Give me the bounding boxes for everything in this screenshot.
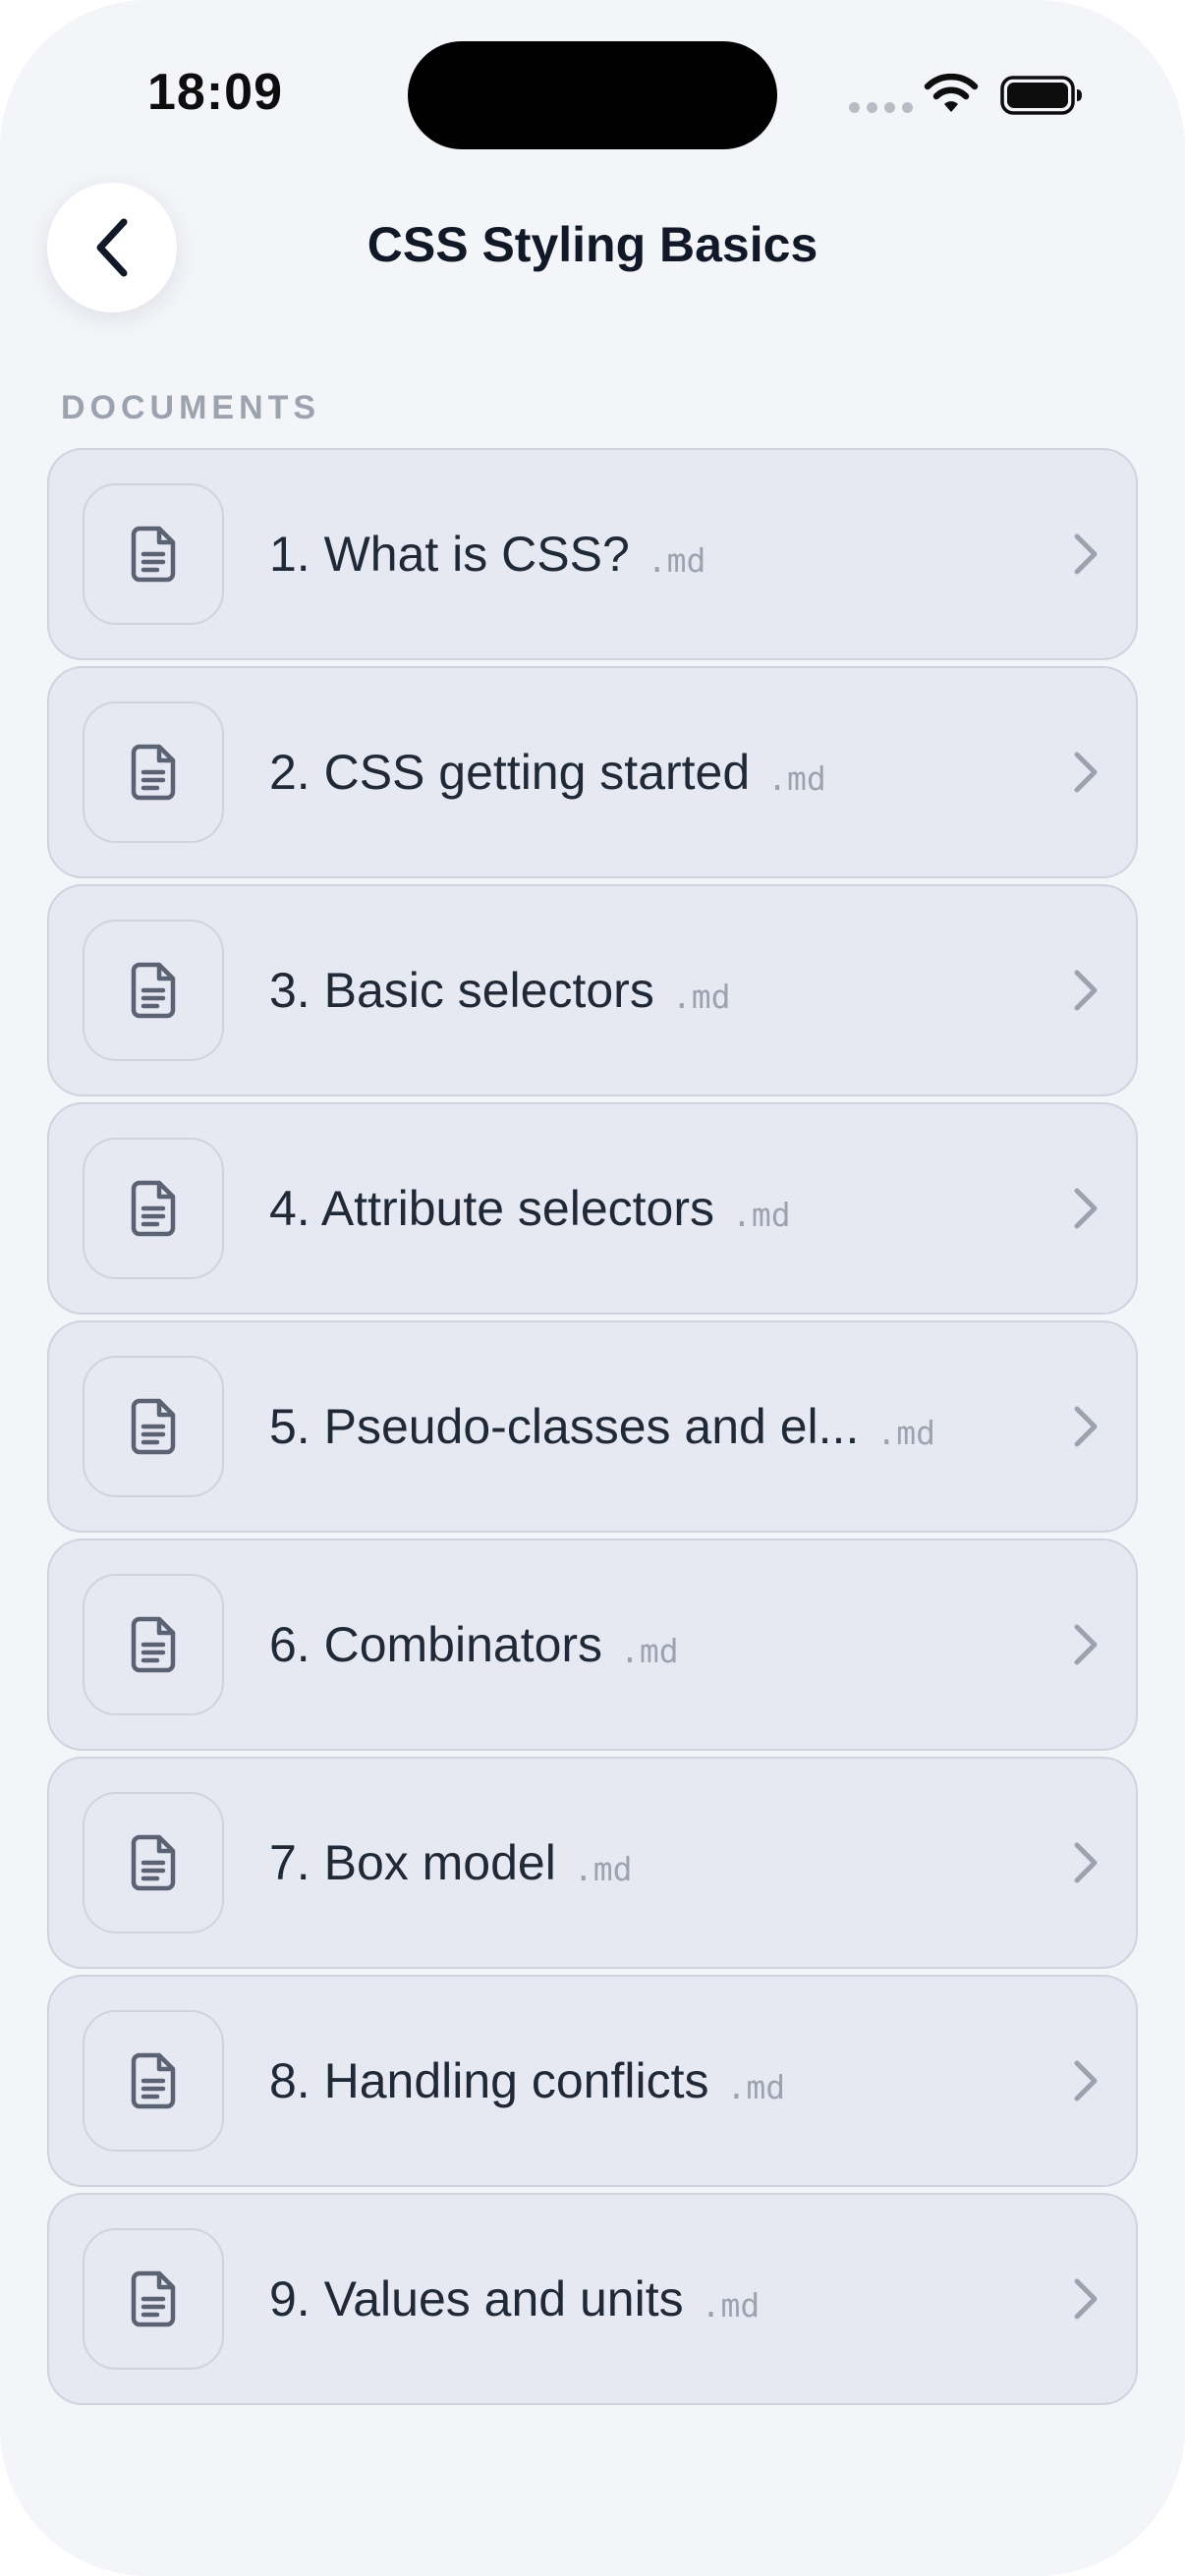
document-title: 1. What is CSS?	[269, 527, 630, 582]
document-label: 2. CSS getting started .md	[269, 668, 826, 876]
document-label: 7. Box model .md	[269, 1759, 632, 1967]
chevron-right-icon	[1074, 2278, 1098, 2320]
file-text-icon	[131, 1834, 176, 1891]
chevron-right-icon	[1074, 2060, 1098, 2101]
document-extension: .md	[671, 977, 731, 1016]
document-extension: .md	[767, 758, 826, 798]
document-title: 8. Handling conflicts	[269, 2053, 709, 2108]
document-icon-box	[83, 1574, 224, 1715]
document-title: 6. Combinators	[269, 1617, 603, 1672]
document-icon-box	[83, 1356, 224, 1497]
document-extension: .md	[647, 540, 706, 580]
document-label: 6. Combinators .md	[269, 1540, 679, 1749]
document-list-item-8[interactable]: 8. Handling conflicts .md	[47, 1975, 1138, 2187]
chevron-right-icon	[1074, 752, 1098, 793]
document-list-item-6[interactable]: 6. Combinators .md	[47, 1539, 1138, 1751]
document-title: 5. Pseudo-classes and el...	[269, 1399, 860, 1454]
document-icon-box	[83, 920, 224, 1061]
document-label: 1. What is CSS? .md	[269, 450, 705, 658]
document-list-item-2[interactable]: 2. CSS getting started .md	[47, 666, 1138, 878]
document-label: 4. Attribute selectors .md	[269, 1104, 791, 1313]
dynamic-island	[408, 41, 777, 149]
file-text-icon	[131, 526, 176, 583]
document-extension: .md	[573, 1849, 633, 1888]
document-icon-box	[83, 483, 224, 625]
battery-icon	[1000, 76, 1082, 115]
file-text-icon	[131, 1616, 176, 1673]
document-label: 9. Values and units .md	[269, 2195, 760, 2403]
file-text-icon	[131, 1398, 176, 1455]
chevron-right-icon	[1074, 970, 1098, 1011]
document-extension: .md	[726, 2067, 786, 2106]
wifi-icon	[924, 73, 979, 112]
document-list-item-7[interactable]: 7. Box model .md	[47, 1757, 1138, 1969]
document-list-item-4[interactable]: 4. Attribute selectors .md	[47, 1102, 1138, 1315]
document-title: 7. Box model	[269, 1835, 556, 1890]
chevron-right-icon	[1074, 1406, 1098, 1447]
file-text-icon	[131, 2270, 176, 2327]
status-time: 18:09	[147, 64, 283, 121]
chevron-right-icon	[1074, 1842, 1098, 1883]
document-title: 2. CSS getting started	[269, 745, 751, 800]
chevron-right-icon	[1074, 533, 1098, 575]
document-icon-box	[83, 1138, 224, 1279]
document-icon-box	[83, 2010, 224, 2152]
document-title: 3. Basic selectors	[269, 963, 654, 1018]
chevron-right-icon	[1074, 1188, 1098, 1229]
phone-screen: 18:09 CSS Styling Basics DOCUMENTS 1. Wh…	[0, 0, 1185, 2576]
document-icon-box	[83, 2228, 224, 2370]
cellular-signal-icon	[849, 102, 913, 113]
document-extension: .md	[620, 1631, 679, 1670]
document-extension: .md	[732, 1195, 791, 1234]
document-title: 9. Values and units	[269, 2271, 684, 2326]
document-label: 8. Handling conflicts .md	[269, 1977, 785, 2185]
file-text-icon	[131, 1180, 176, 1237]
section-label-documents: DOCUMENTS	[61, 389, 321, 426]
file-text-icon	[131, 2052, 176, 2109]
document-title: 4. Attribute selectors	[269, 1181, 715, 1236]
document-list: 1. What is CSS? .md 2. CSS getting start…	[47, 448, 1138, 2411]
file-text-icon	[131, 962, 176, 1019]
document-list-item-5[interactable]: 5. Pseudo-classes and el... .md	[47, 1320, 1138, 1533]
document-list-item-1[interactable]: 1. What is CSS? .md	[47, 448, 1138, 660]
document-list-item-9[interactable]: 9. Values and units .md	[47, 2193, 1138, 2405]
document-list-item-3[interactable]: 3. Basic selectors .md	[47, 884, 1138, 1096]
document-extension: .md	[876, 1413, 935, 1452]
document-label: 5. Pseudo-classes and el... .md	[269, 1322, 935, 1531]
document-icon-box	[83, 701, 224, 843]
document-icon-box	[83, 1792, 224, 1933]
file-text-icon	[131, 744, 176, 801]
page-title: CSS Styling Basics	[367, 217, 818, 272]
chevron-right-icon	[1074, 1624, 1098, 1665]
document-extension: .md	[701, 2285, 761, 2324]
document-label: 3. Basic selectors .md	[269, 886, 730, 1094]
